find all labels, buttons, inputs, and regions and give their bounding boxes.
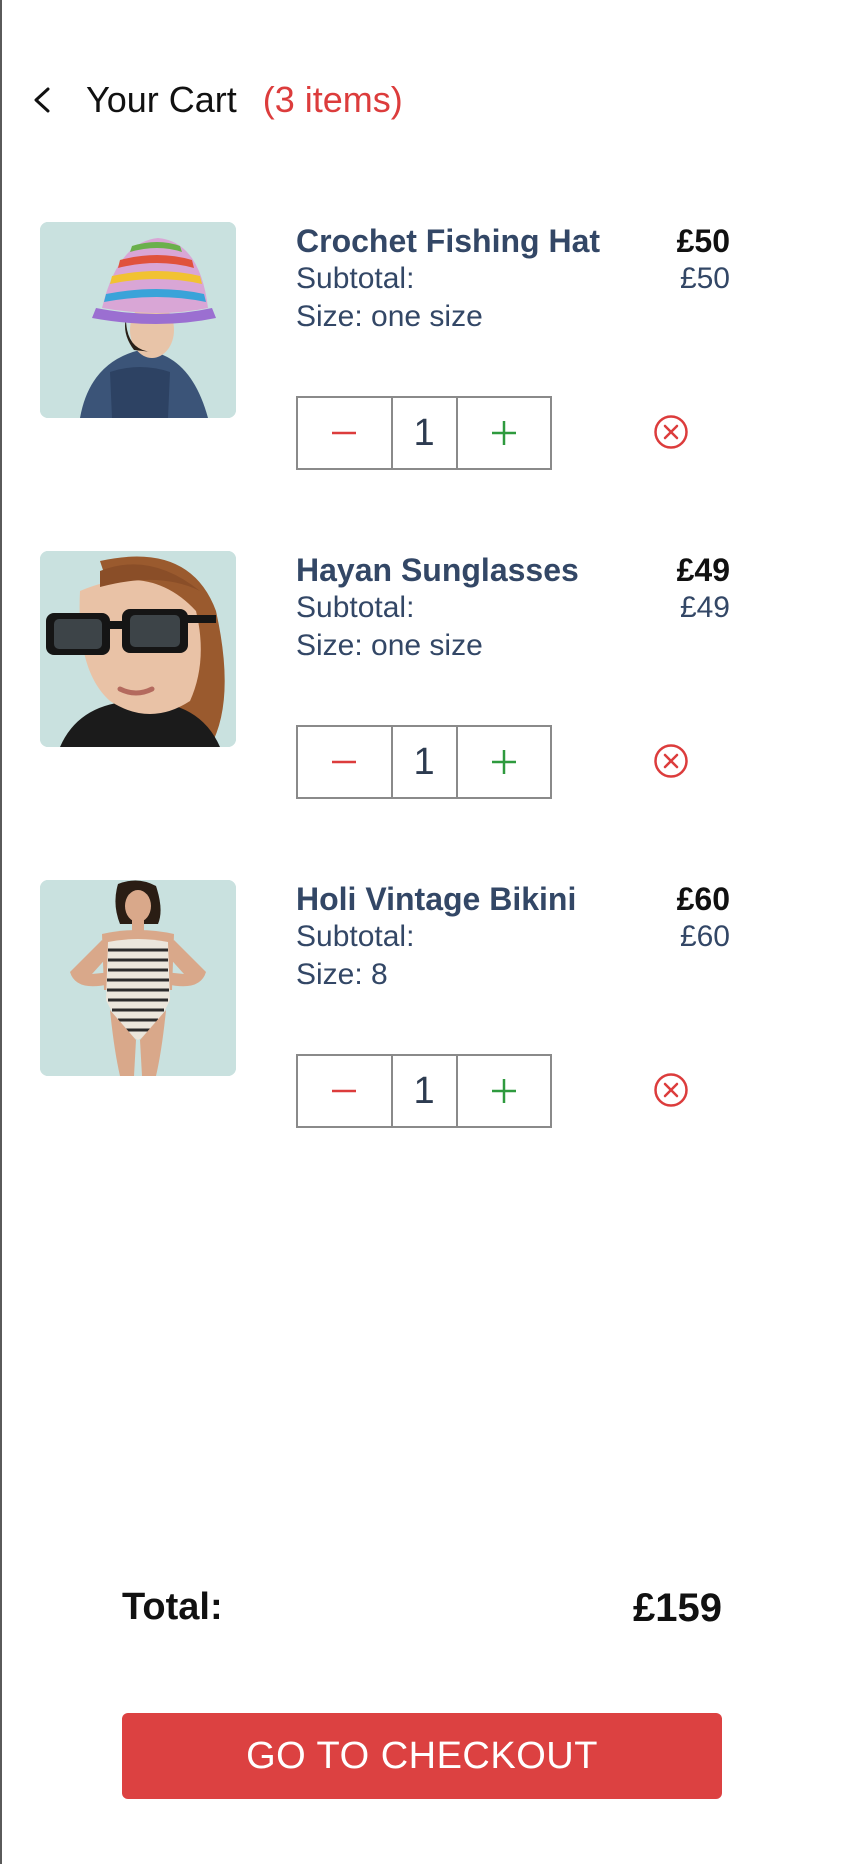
remove-circle-x-icon — [654, 744, 688, 778]
plus-icon — [491, 1079, 516, 1103]
quantity-value: 1 — [390, 398, 458, 468]
quantity-stepper: 1 — [296, 396, 552, 470]
product-size: Size: one size — [296, 300, 483, 333]
remove-item-button[interactable] — [651, 412, 691, 452]
remove-item-button[interactable] — [651, 741, 691, 781]
left-border — [0, 0, 2, 1864]
product-name[interactable]: Holi Vintage Bikini — [296, 880, 576, 918]
bikini-product-image — [40, 880, 236, 1076]
product-size: Size: 8 — [296, 958, 388, 991]
item-count-badge: (3 items) — [262, 79, 403, 120]
increase-quantity-button[interactable] — [458, 727, 551, 797]
quantity-value: 1 — [390, 727, 458, 797]
sunglasses-product-image — [40, 551, 236, 747]
product-price: £49 — [676, 552, 730, 588]
subtotal-value: £50 — [679, 262, 730, 295]
remove-circle-x-icon — [654, 415, 688, 449]
increase-quantity-button[interactable] — [458, 1056, 551, 1126]
quantity-stepper: 1 — [296, 1054, 552, 1128]
product-size: Size: one size — [296, 629, 483, 662]
minus-icon — [332, 760, 357, 764]
crochet-hat-product-image — [40, 222, 236, 418]
total-row: Total: £159 — [122, 1586, 722, 1636]
quantity-stepper: 1 — [296, 725, 552, 799]
quantity-value: 1 — [390, 1056, 458, 1126]
chevron-left-icon — [34, 87, 50, 113]
remove-circle-x-icon — [654, 1073, 688, 1107]
subtotal-label: Subtotal: — [296, 591, 415, 624]
subtotal-value: £49 — [679, 591, 730, 624]
subtotal-label: Subtotal: — [296, 920, 415, 953]
cart-item: Hayan Sunglasses £49 Subtotal: £49 Size:… — [40, 551, 730, 831]
cart-header: Your Cart (3 items) — [30, 70, 403, 130]
product-image[interactable] — [40, 880, 236, 1076]
subtotal-value: £60 — [679, 920, 730, 953]
total-value: £159 — [633, 1586, 722, 1630]
increase-quantity-button[interactable] — [458, 398, 551, 468]
product-name[interactable]: Crochet Fishing Hat — [296, 222, 600, 260]
page-title: Your Cart — [86, 79, 237, 120]
decrease-quantity-button[interactable] — [298, 1056, 391, 1126]
remove-item-button[interactable] — [651, 1070, 691, 1110]
plus-icon — [491, 750, 516, 774]
product-image[interactable] — [40, 222, 236, 418]
product-price: £60 — [676, 881, 730, 917]
back-button[interactable] — [30, 80, 66, 120]
subtotal-label: Subtotal: — [296, 262, 415, 295]
cart-item: Crochet Fishing Hat £50 Subtotal: £50 Si… — [40, 222, 730, 502]
minus-icon — [332, 1089, 357, 1093]
cart-item: Holi Vintage Bikini £60 Subtotal: £60 Si… — [40, 880, 730, 1160]
plus-icon — [491, 421, 516, 445]
checkout-button[interactable]: GO TO CHECKOUT — [122, 1713, 722, 1799]
product-price: £50 — [676, 223, 730, 259]
product-name[interactable]: Hayan Sunglasses — [296, 551, 579, 589]
decrease-quantity-button[interactable] — [298, 727, 391, 797]
total-label: Total: — [122, 1586, 223, 1628]
product-image[interactable] — [40, 551, 236, 747]
decrease-quantity-button[interactable] — [298, 398, 391, 468]
minus-icon — [332, 431, 357, 435]
